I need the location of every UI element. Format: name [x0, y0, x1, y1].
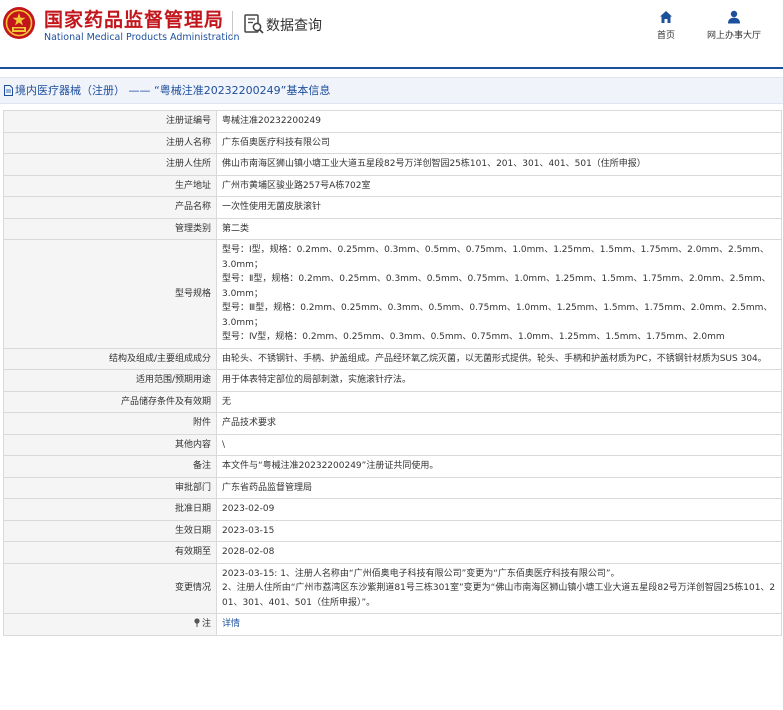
row-label: 管理类别 [3, 217, 217, 240]
table-row: 注 详情 [3, 613, 782, 636]
row-value: 广东省药品监督管理局 [216, 476, 782, 499]
header-divider [232, 11, 233, 38]
table-row: 生效日期 2023-03-15 [3, 519, 782, 542]
table-row: 注册人名称 广东佰奥医疗科技有限公司 [3, 131, 782, 154]
table-row: 有效期至 2028-02-08 [3, 541, 782, 564]
table-row: 适用范围/预期用途 用于体表特定部位的局部刺激，实施滚针疗法。 [3, 369, 782, 392]
model-spec-line: 型号：Ⅳ型，规格：0.2mm、0.25mm、0.3mm、0.5mm、0.75mm… [222, 332, 725, 342]
table-row: 备注 本文件与“粤械注准20232200249”注册证共同使用。 [3, 455, 782, 478]
row-label: 生效日期 [3, 519, 217, 542]
table-row: 附件 产品技术要求 [3, 412, 782, 435]
row-value: 用于体表特定部位的局部刺激，实施滚针疗法。 [216, 369, 782, 392]
table-row: 注册人住所 佛山市南海区狮山镇小塘工业大道五星段82号万洋创智园25栋101、2… [3, 153, 782, 176]
row-label: 产品名称 [3, 196, 217, 219]
row-value: 第二类 [216, 217, 782, 240]
row-value: 无 [216, 390, 782, 413]
row-value: 产品技术要求 [216, 412, 782, 435]
model-spec-list: 型号：Ⅰ型，规格：0.2mm、0.25mm、0.3mm、0.5mm、0.75mm… [216, 239, 782, 349]
row-label: 审批部门 [3, 476, 217, 499]
nav-online-hall-label: 网上办事大厅 [707, 31, 762, 41]
change-line: 2023-03-15: 1、注册人名称由“广州佰奥电子科技有限公司”变更为“广东… [222, 568, 620, 579]
table-row: 生产地址 广州市黄埔区骏业路257号A栋702室 [3, 174, 782, 197]
row-label: 结构及组成/主要组成成分 [3, 347, 217, 370]
model-spec-line: 型号：Ⅰ型，规格：0.2mm、0.25mm、0.3mm、0.5mm、0.75mm… [222, 245, 769, 270]
row-value: 佛山市南海区狮山镇小塘工业大道五星段82号万洋创智园25栋101、201、301… [216, 153, 782, 176]
row-value: 本文件与“粤械注准20232200249”注册证共同使用。 [216, 455, 782, 478]
header-rule [0, 67, 783, 69]
table-row: 审批部门 广东省药品监督管理局 [3, 476, 782, 499]
registration-info-table: 注册证编号 粤械注准20232200249 注册人名称 广东佰奥医疗科技有限公司… [3, 110, 782, 636]
data-query-icon [244, 14, 264, 34]
row-value: 2028-02-08 [216, 541, 782, 564]
site-title[interactable]: 国家药品监督管理局 [44, 5, 224, 32]
row-label: 注 [201, 619, 211, 629]
row-value: \ [216, 433, 782, 456]
table-row: 产品名称 一次性使用无菌皮肤滚针 [3, 196, 782, 219]
model-spec-line: 型号：Ⅲ型，规格：0.2mm、0.25mm、0.3mm、0.5mm、0.75mm… [222, 303, 773, 328]
row-label: 其他内容 [3, 433, 217, 456]
note-label-cell: 注 [3, 613, 217, 636]
site-header: 国家药品监督管理局 National Medical Products Admi… [0, 0, 783, 48]
change-history: 2023-03-15: 1、注册人名称由“广州佰奥电子科技有限公司”变更为“广东… [216, 562, 782, 614]
row-value: 由轮头、不锈钢针、手柄、护盖组成。产品经环氧乙烷灭菌，以无菌形式提供。轮头、手柄… [216, 347, 782, 370]
table-row: 注册证编号 粤械注准20232200249 [3, 110, 782, 133]
row-value: 2023-02-09 [216, 498, 782, 521]
row-label: 型号规格 [3, 239, 217, 349]
row-label: 生产地址 [3, 174, 217, 197]
row-value: 广州市黄埔区骏业路257号A栋702室 [216, 174, 782, 197]
row-value: 粤械注准20232200249 [216, 110, 782, 133]
data-query-label[interactable]: 数据查询 [266, 15, 322, 35]
row-value: 一次性使用无菌皮肤滚针 [216, 196, 782, 219]
nav-home[interactable]: 首页 [657, 10, 675, 41]
user-icon [728, 10, 740, 24]
row-value: 2023-03-15 [216, 519, 782, 542]
row-label: 注册证编号 [3, 110, 217, 133]
row-label: 附件 [3, 412, 217, 435]
table-row: 管理类别 第二类 [3, 217, 782, 240]
row-value: 广东佰奥医疗科技有限公司 [216, 131, 782, 154]
table-row: 变更情况 2023-03-15: 1、注册人名称由“广州佰奥电子科技有限公司”变… [3, 562, 782, 614]
change-line: 2、注册人住所由“广州市荔湾区东沙紫荆道81号三栋301室”变更为“佛山市南海区… [222, 583, 776, 608]
row-label: 备注 [3, 455, 217, 478]
row-label: 注册人住所 [3, 153, 217, 176]
row-label: 产品储存条件及有效期 [3, 390, 217, 413]
row-label: 有效期至 [3, 541, 217, 564]
table-row: 结构及组成/主要组成成分 由轮头、不锈钢针、手柄、护盖组成。产品经环氧乙烷灭菌，… [3, 347, 782, 370]
nav-home-label: 首页 [657, 31, 676, 41]
row-label: 变更情况 [3, 562, 217, 614]
row-label: 注册人名称 [3, 131, 217, 154]
document-icon [4, 85, 13, 96]
pin-icon [194, 618, 200, 627]
subheader-title: 境内医疗器械（注册） —— “粤械注准20232200249”基本信息 [4, 82, 330, 98]
national-emblem-icon [3, 7, 35, 39]
subheader-title-text: 境内医疗器械（注册） —— “粤械注准20232200249”基本信息 [15, 84, 331, 97]
table-row: 产品储存条件及有效期 无 [3, 390, 782, 413]
note-value-cell: 详情 [216, 613, 782, 636]
model-spec-line: 型号：Ⅱ型，规格：0.2mm、0.25mm、0.3mm、0.5mm、0.75mm… [222, 274, 771, 299]
nav-online-hall[interactable]: 网上办事大厅 [707, 10, 761, 41]
details-link[interactable]: 详情 [222, 619, 240, 629]
site-subtitle: National Medical Products Administration [44, 32, 240, 43]
table-row: 其他内容 \ [3, 433, 782, 456]
home-icon [660, 11, 672, 23]
table-row: 型号规格 型号：Ⅰ型，规格：0.2mm、0.25mm、0.3mm、0.5mm、0… [3, 239, 782, 349]
table-row: 批准日期 2023-02-09 [3, 498, 782, 521]
row-label: 适用范围/预期用途 [3, 369, 217, 392]
row-label: 批准日期 [3, 498, 217, 521]
